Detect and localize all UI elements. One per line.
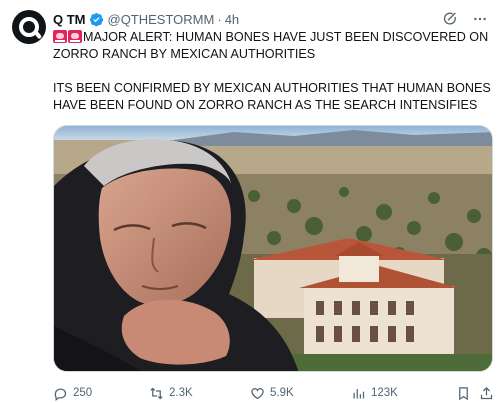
photo-composite <box>54 126 492 371</box>
heart-icon <box>251 387 264 399</box>
action-bar: 250 2.3K 5.9K 123K <box>53 384 493 402</box>
like-count: 5.9K <box>270 387 294 399</box>
handle[interactable]: @QTHESTORMM <box>108 12 215 27</box>
share-icon <box>480 386 493 399</box>
like-button[interactable]: 5.9K <box>250 386 294 401</box>
share-button[interactable] <box>479 386 494 401</box>
repost-button[interactable]: 2.3K <box>149 386 193 401</box>
views-icon <box>353 388 365 398</box>
tweet-line-4: HAVE BEEN FOUND ON ZORRO RANCH AS THE SE… <box>53 98 478 112</box>
tweet-image[interactable] <box>53 125 493 372</box>
reply-count: 250 <box>73 387 93 399</box>
view-count: 123K <box>371 387 398 399</box>
tweet-text: MAJOR ALERT: HUMAN BONES HAVE JUST BEEN … <box>53 29 493 114</box>
tweet-line-3: ITS BEEN CONFIRMED BY MEXICAN AUTHORITIE… <box>53 81 491 95</box>
verified-badge-icon <box>89 12 104 27</box>
siren-icon <box>53 30 67 43</box>
reply-button[interactable]: 250 <box>53 386 92 401</box>
siren-icon <box>68 30 82 43</box>
reply-icon <box>54 387 67 401</box>
q-logo <box>19 17 39 37</box>
views-button[interactable]: 123K <box>351 386 398 401</box>
bookmark-icon <box>459 386 468 400</box>
grok-icon[interactable] <box>442 11 458 27</box>
more-icon[interactable] <box>472 11 488 27</box>
repost-icon <box>150 387 163 399</box>
tweet-text-line: MAJOR ALERT: HUMAN BONES HAVE JUST BEEN … <box>83 30 489 44</box>
avatar[interactable] <box>12 10 46 44</box>
timestamp[interactable]: 4h <box>225 12 239 27</box>
display-name[interactable]: Q TM <box>53 12 86 27</box>
separator-dot: · <box>217 11 222 27</box>
tweet-line-1: MAJOR ALERT: HUMAN BONES HAVE JUST BEEN … <box>53 29 493 46</box>
repost-count: 2.3K <box>169 387 193 399</box>
tweet-header: Q TM @QTHESTORMM · 4h <box>53 10 488 28</box>
bookmark-button[interactable] <box>456 386 471 401</box>
tweet-line-2: ZORRO RANCH BY MEXICAN AUTHORITIES <box>53 47 316 61</box>
